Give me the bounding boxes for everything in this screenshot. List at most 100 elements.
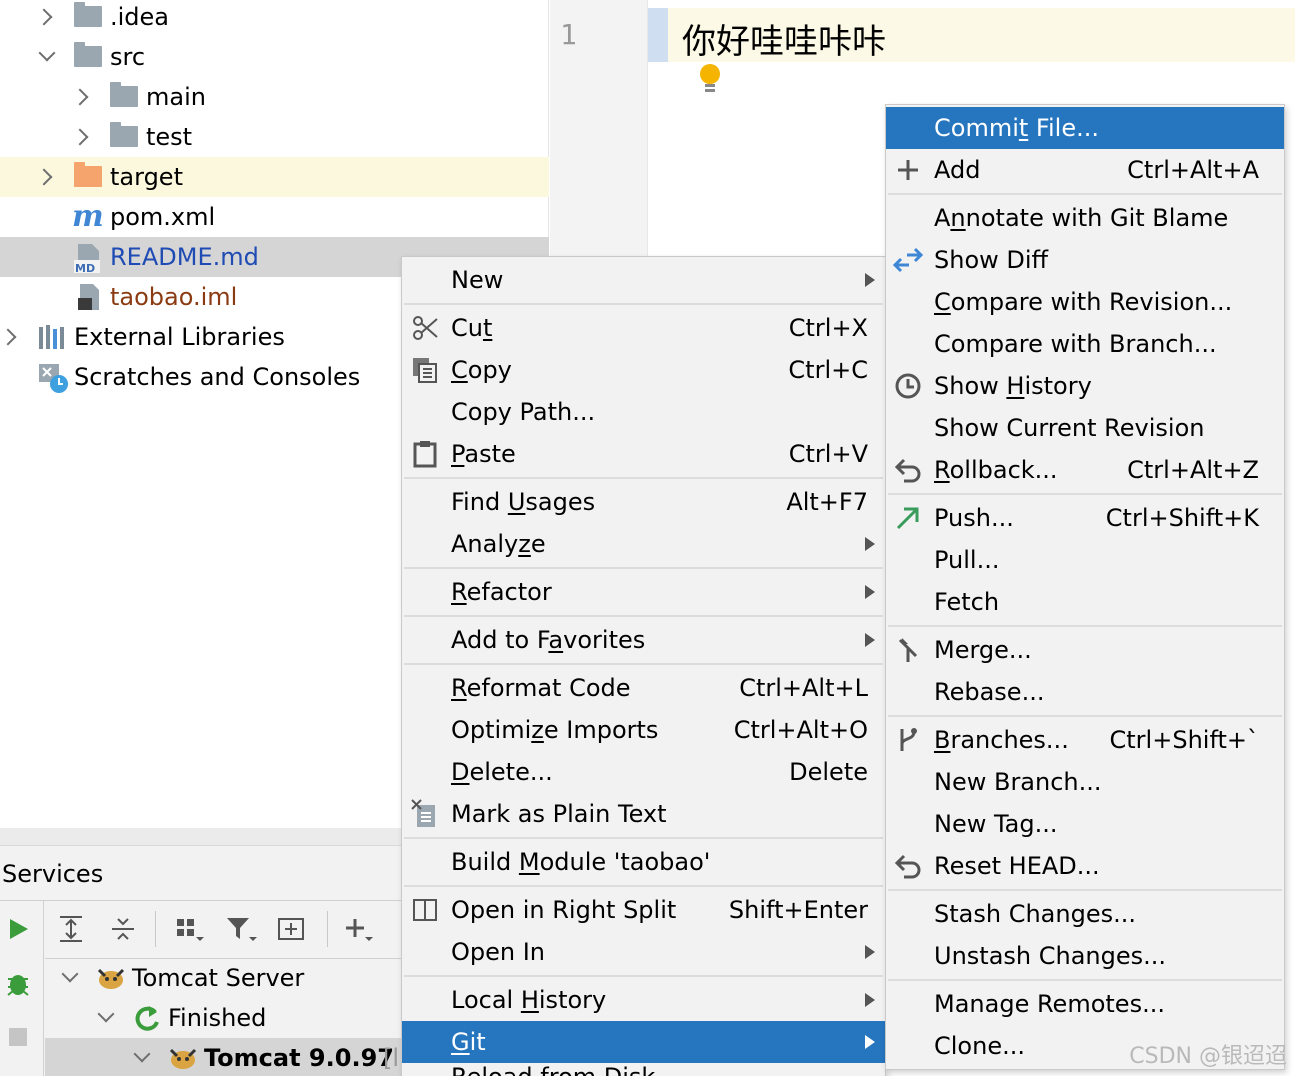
menu-item-branches[interactable]: Branches... Ctrl+Shift+` <box>886 719 1284 761</box>
menu-item-label: New <box>451 266 504 294</box>
menu-item-add-to-favorites[interactable]: Add to Favorites <box>402 619 885 661</box>
chevron-down-icon[interactable] <box>133 1045 151 1063</box>
chevron-right-icon[interactable] <box>71 128 89 146</box>
expand-all-icon[interactable] <box>55 913 87 945</box>
chevron-right-icon[interactable] <box>0 328 17 346</box>
menu-item-reload-from-disk[interactable]: Reload from Disk <box>402 1063 885 1076</box>
menu-item-label: Paste <box>451 440 516 468</box>
menu-item-label: Copy Path... <box>451 398 596 426</box>
menu-item-new[interactable]: New <box>402 259 885 301</box>
menu-shortcut: Alt+F7 <box>786 488 868 516</box>
service-node-tomcat-server[interactable]: Tomcat Server <box>45 958 402 998</box>
tree-item-src[interactable]: src <box>0 37 549 77</box>
tree-item-pom[interactable]: m pom.xml <box>0 197 549 237</box>
menu-item-refactor[interactable]: Refactor <box>402 571 885 613</box>
menu-item-rollback[interactable]: Rollback... Ctrl+Alt+Z <box>886 449 1284 491</box>
tree-item-label: .idea <box>110 3 170 31</box>
group-icon[interactable] <box>173 913 205 945</box>
tree-item-label: target <box>110 163 183 191</box>
menu-item-add[interactable]: Add Ctrl+Alt+A <box>886 149 1284 191</box>
menu-item-open-in[interactable]: Open In <box>402 931 885 973</box>
menu-item-local-history[interactable]: Local History <box>402 979 885 1021</box>
add-to-group-icon[interactable] <box>277 913 309 945</box>
run-icon[interactable] <box>8 917 30 947</box>
menu-item-reformat-code[interactable]: Reformat Code Ctrl+Alt+L <box>402 667 885 709</box>
chevron-down-icon[interactable] <box>38 44 56 62</box>
menu-item-label: Reformat Code <box>451 674 631 702</box>
chevron-right-icon[interactable] <box>35 8 53 26</box>
menu-item-build-module[interactable]: Build Module 'taobao' <box>402 841 885 883</box>
debug-icon[interactable] <box>5 969 31 1003</box>
menu-item-label: Add to Favorites <box>451 626 646 654</box>
menu-item-copy[interactable]: Copy Ctrl+C <box>402 349 885 391</box>
menu-item-paste[interactable]: Paste Ctrl+V <box>402 433 885 475</box>
chevron-right-icon[interactable] <box>71 88 89 106</box>
tree-item-idea[interactable]: .idea <box>0 0 549 37</box>
menu-item-push[interactable]: Push... Ctrl+Shift+K <box>886 497 1284 539</box>
folder-icon <box>74 42 102 67</box>
panel-splitter[interactable] <box>0 828 402 846</box>
menu-shortcut: Ctrl+C <box>788 356 868 384</box>
menu-item-analyze[interactable]: Analyze <box>402 523 885 565</box>
chevron-right-icon[interactable] <box>35 168 53 186</box>
menu-item-label: Show Diff <box>934 246 1049 274</box>
stop-icon[interactable] <box>8 1025 28 1053</box>
menu-item-mark-plain-text[interactable]: Mark as Plain Text <box>402 793 885 835</box>
chevron-down-icon[interactable] <box>61 965 79 983</box>
menu-item-label: Stash Changes... <box>934 900 1136 928</box>
menu-item-stash[interactable]: Stash Changes... <box>886 893 1284 935</box>
menu-item-commit-file[interactable]: Commit File... <box>886 107 1284 149</box>
menu-item-unstash[interactable]: Unstash Changes... <box>886 935 1284 977</box>
menu-item-label: Compare with Revision... <box>934 288 1233 316</box>
submenu-arrow-icon <box>865 537 875 551</box>
menu-item-annotate[interactable]: Annotate with Git Blame <box>886 197 1284 239</box>
add-service-icon[interactable] <box>343 913 375 945</box>
menu-item-show-diff[interactable]: Show Diff <box>886 239 1284 281</box>
collapse-all-icon[interactable] <box>107 913 139 945</box>
service-node-finished[interactable]: Finished <box>45 998 402 1038</box>
diff-arrows-icon <box>893 245 923 275</box>
tree-item-label: pom.xml <box>110 203 216 231</box>
tree-item-target[interactable]: target <box>0 157 549 197</box>
menu-item-compare-branch[interactable]: Compare with Branch... <box>886 323 1284 365</box>
plus-icon <box>893 155 923 185</box>
filter-icon[interactable] <box>225 913 257 945</box>
menu-item-show-current-revision[interactable]: Show Current Revision <box>886 407 1284 449</box>
editor-text[interactable]: 你好哇哇咔咔 <box>682 14 886 63</box>
menu-item-label: Annotate with Git Blame <box>934 204 1229 232</box>
menu-item-cut[interactable]: Cut Ctrl+X <box>402 307 885 349</box>
service-node-tomcat-instance[interactable]: Tomcat 9.0.97 [l <box>45 1038 402 1076</box>
menu-item-label: Build Module 'taobao' <box>451 848 711 876</box>
menu-item-open-right-split[interactable]: Open in Right Split Shift+Enter <box>402 889 885 931</box>
services-title: Services <box>2 860 104 888</box>
menu-item-compare-revision[interactable]: Compare with Revision... <box>886 281 1284 323</box>
menu-item-git[interactable]: Git <box>402 1021 885 1063</box>
menu-shortcut: Ctrl+Alt+O <box>733 716 868 744</box>
menu-item-optimize-imports[interactable]: Optimize Imports Ctrl+Alt+O <box>402 709 885 751</box>
tree-item-label: test <box>146 123 193 151</box>
redeploy-icon <box>133 1004 161 1040</box>
menu-item-copy-path[interactable]: Copy Path... <box>402 391 885 433</box>
menu-item-label: Manage Remotes... <box>934 990 1165 1018</box>
menu-item-rebase[interactable]: Rebase... <box>886 671 1284 713</box>
menu-item-manage-remotes[interactable]: Manage Remotes... <box>886 983 1284 1025</box>
menu-item-show-history[interactable]: Show History <box>886 365 1284 407</box>
lightbulb-icon[interactable] <box>698 64 722 100</box>
tree-item-main[interactable]: main <box>0 77 549 117</box>
menu-item-fetch[interactable]: Fetch <box>886 581 1284 623</box>
menu-item-label: Optimize Imports <box>451 716 659 744</box>
menu-item-merge[interactable]: Merge... <box>886 629 1284 671</box>
menu-item-label: New Tag... <box>934 810 1058 838</box>
menu-item-pull[interactable]: Pull... <box>886 539 1284 581</box>
submenu-arrow-icon <box>865 585 875 599</box>
push-arrow-icon <box>893 503 923 533</box>
menu-shortcut: Ctrl+V <box>788 440 868 468</box>
menu-item-find-usages[interactable]: Find Usages Alt+F7 <box>402 481 885 523</box>
menu-item-new-tag[interactable]: New Tag... <box>886 803 1284 845</box>
menu-item-new-branch[interactable]: New Branch... <box>886 761 1284 803</box>
menu-item-delete[interactable]: Delete... Delete <box>402 751 885 793</box>
menu-item-reset-head[interactable]: Reset HEAD... <box>886 845 1284 887</box>
menu-item-label: Clone... <box>934 1032 1025 1060</box>
chevron-down-icon[interactable] <box>97 1005 115 1023</box>
tree-item-test[interactable]: test <box>0 117 549 157</box>
